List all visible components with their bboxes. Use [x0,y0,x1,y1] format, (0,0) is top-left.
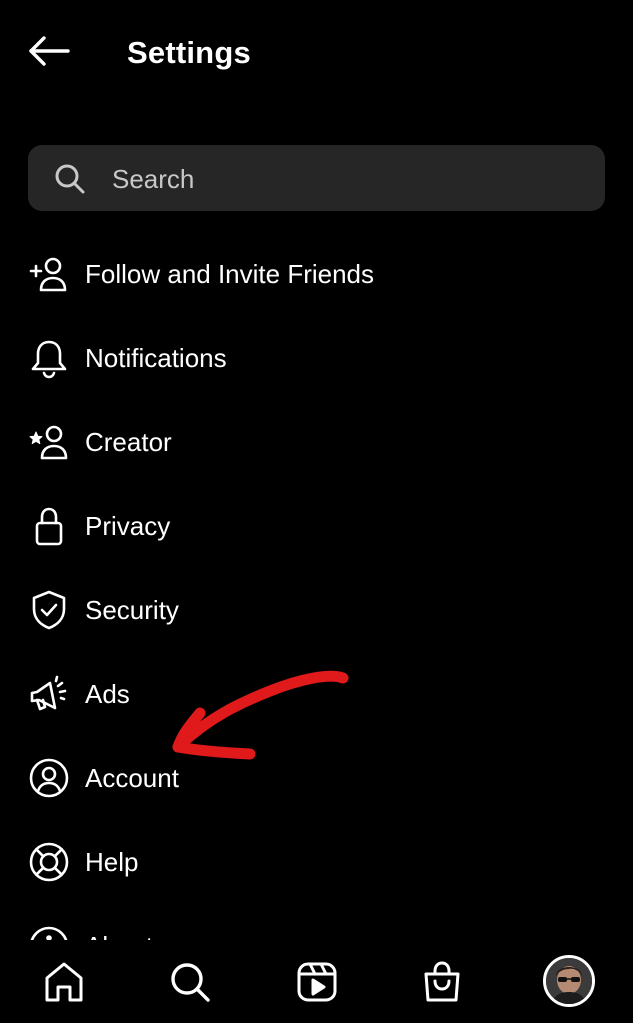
menu-item-privacy[interactable]: Privacy [0,484,633,568]
info-icon [28,925,70,940]
nav-reels-button[interactable] [293,958,341,1006]
shield-check-icon [28,589,70,631]
back-button[interactable] [26,30,72,76]
menu-item-label: Privacy [85,511,171,541]
menu-item-label: Notifications [85,343,227,373]
menu-item-creator[interactable]: Creator [0,400,633,484]
shop-bag-icon [420,960,464,1004]
profile-avatar[interactable] [543,955,595,1007]
bottom-navigation [0,940,633,1023]
lock-icon [28,505,70,547]
bell-icon [28,337,70,379]
menu-item-security[interactable]: Security [0,568,633,652]
menu-item-label: Creator [85,427,172,457]
add-person-icon [28,253,70,295]
menu-item-help[interactable]: Help [0,820,633,904]
nav-shop-button[interactable] [418,958,466,1006]
menu-item-about[interactable]: About [0,904,633,940]
menu-item-label: About [85,930,153,940]
menu-item-ads[interactable]: Ads [0,652,633,736]
page-title: Settings [127,35,251,70]
nav-search-button[interactable] [166,958,214,1006]
nav-home-button[interactable] [40,958,88,1006]
menu-item-label: Follow and Invite Friends [85,259,375,289]
settings-menu: Follow and Invite Friends Notifications … [0,232,633,940]
menu-item-label: Account [85,763,179,793]
menu-item-notifications[interactable]: Notifications [0,316,633,400]
home-icon [42,960,86,1004]
menu-item-follow-invite[interactable]: Follow and Invite Friends [0,232,633,316]
arrow-left-icon [28,35,70,71]
search-icon [54,163,86,195]
menu-item-label: Ads [85,679,130,709]
megaphone-icon [28,673,70,715]
menu-item-label: Security [85,595,179,625]
menu-item-account[interactable]: Account [0,736,633,820]
search-input[interactable] [112,162,582,196]
profile-photo [546,958,592,1004]
star-person-icon [28,421,70,463]
reels-icon [295,960,339,1004]
lifebuoy-icon [28,841,70,883]
menu-item-label: Help [85,847,139,877]
search-icon [168,960,212,1004]
app-header: Settings [0,0,633,110]
account-circle-icon [28,757,70,799]
